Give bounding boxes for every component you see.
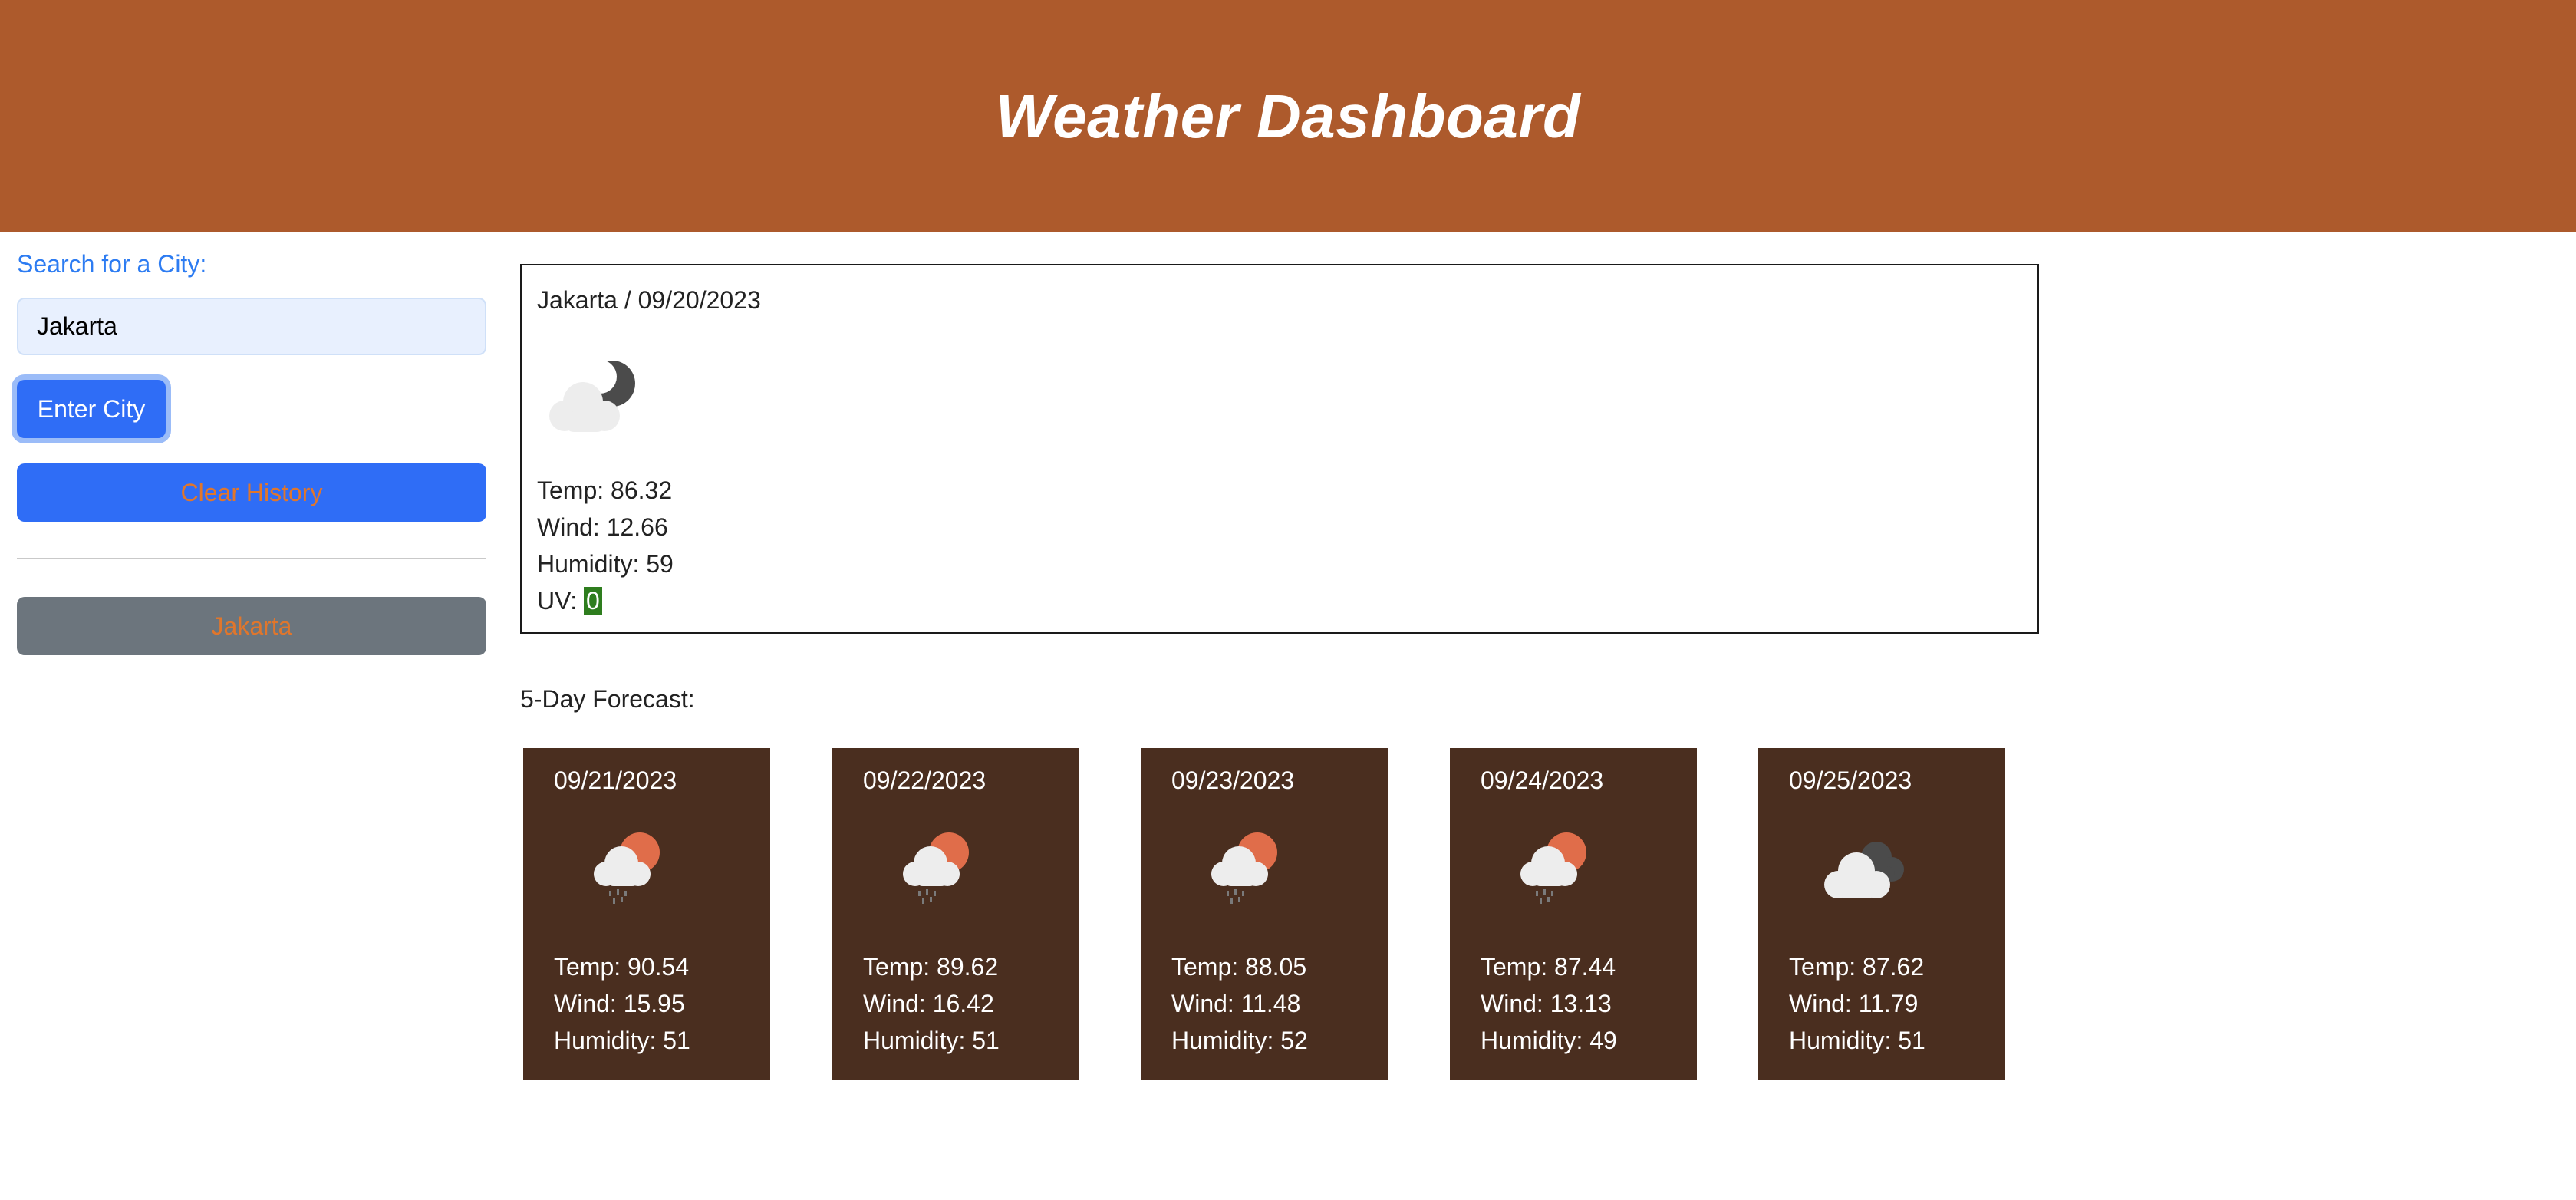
current-city-date: Jakarta / 09/20/2023	[537, 286, 761, 314]
forecast-wind: Wind: 15.95	[554, 990, 685, 1017]
forecast-wind: Wind: 16.42	[863, 990, 994, 1017]
forecast-card: 09/22/2023 Temp: 89.62 Wind: 16.42 Humid…	[832, 748, 1079, 1080]
forecast-wind: Wind: 11.48	[1171, 990, 1301, 1017]
search-label: Search for a City:	[17, 250, 207, 278]
forecast-date: 09/21/2023	[554, 766, 677, 794]
forecast-humidity: Humidity: 52	[1171, 1027, 1308, 1054]
clear-history-button[interactable]: Clear History	[17, 463, 486, 522]
forecast-temp: Temp: 87.44	[1481, 953, 1616, 981]
forecast-date: 09/25/2023	[1789, 766, 1912, 794]
rain-sun-icon	[903, 832, 969, 904]
current-uv: UV: 0	[537, 587, 602, 615]
forecast-date: 09/24/2023	[1481, 766, 1604, 794]
sidebar-divider	[17, 558, 486, 559]
forecast-humidity: Humidity: 51	[554, 1027, 690, 1054]
forecast-card: 09/21/2023 Temp: 90.54 Wind: 15.95 Humid…	[523, 748, 770, 1080]
forecast-date: 09/22/2023	[863, 766, 987, 794]
forecast-temp: Temp: 90.54	[554, 953, 690, 981]
forecast-temp: Temp: 88.05	[1171, 953, 1307, 981]
cloud-moon-icon	[549, 360, 635, 432]
history-item-jakarta[interactable]: Jakarta	[17, 597, 486, 655]
page-header: Weather Dashboard	[0, 0, 2576, 232]
forecast-wind: Wind: 11.79	[1789, 990, 1919, 1017]
city-search-input[interactable]	[17, 298, 486, 355]
current-temp: Temp: 86.32	[537, 476, 673, 504]
rain-sun-icon	[594, 832, 660, 904]
current-weather-panel: Jakarta / 09/20/2023 Temp: 86.32 Wind: 1…	[520, 264, 2039, 634]
current-humidity: Humidity: 59	[537, 550, 674, 578]
page-title: Weather Dashboard	[995, 81, 1581, 150]
forecast-temp: Temp: 89.62	[863, 953, 999, 981]
forecast-card: 09/24/2023 Temp: 87.44 Wind: 13.13 Humid…	[1450, 748, 1697, 1080]
enter-city-button[interactable]: Enter City	[17, 380, 166, 438]
current-wind: Wind: 12.66	[537, 513, 668, 541]
rain-sun-icon	[1520, 832, 1586, 904]
broken-clouds-icon	[1824, 842, 1904, 898]
forecast-humidity: Humidity: 49	[1481, 1027, 1617, 1054]
uv-badge: 0	[584, 587, 602, 615]
forecast-wind: Wind: 13.13	[1481, 990, 1612, 1017]
forecast-card: 09/25/2023 Temp: 87.62 Wind: 11.79 Humid…	[1758, 748, 2005, 1080]
forecast-card: 09/23/2023 Temp: 88.05 Wind: 11.48 Humid…	[1141, 748, 1388, 1080]
forecast-temp: Temp: 87.62	[1789, 953, 1925, 981]
rain-sun-icon	[1211, 832, 1277, 904]
uv-label: UV:	[537, 587, 585, 615]
forecast-title: 5-Day Forecast:	[520, 685, 695, 713]
forecast-humidity: Humidity: 51	[863, 1027, 1000, 1054]
forecast-date: 09/23/2023	[1171, 766, 1295, 794]
forecast-humidity: Humidity: 51	[1789, 1027, 1925, 1054]
